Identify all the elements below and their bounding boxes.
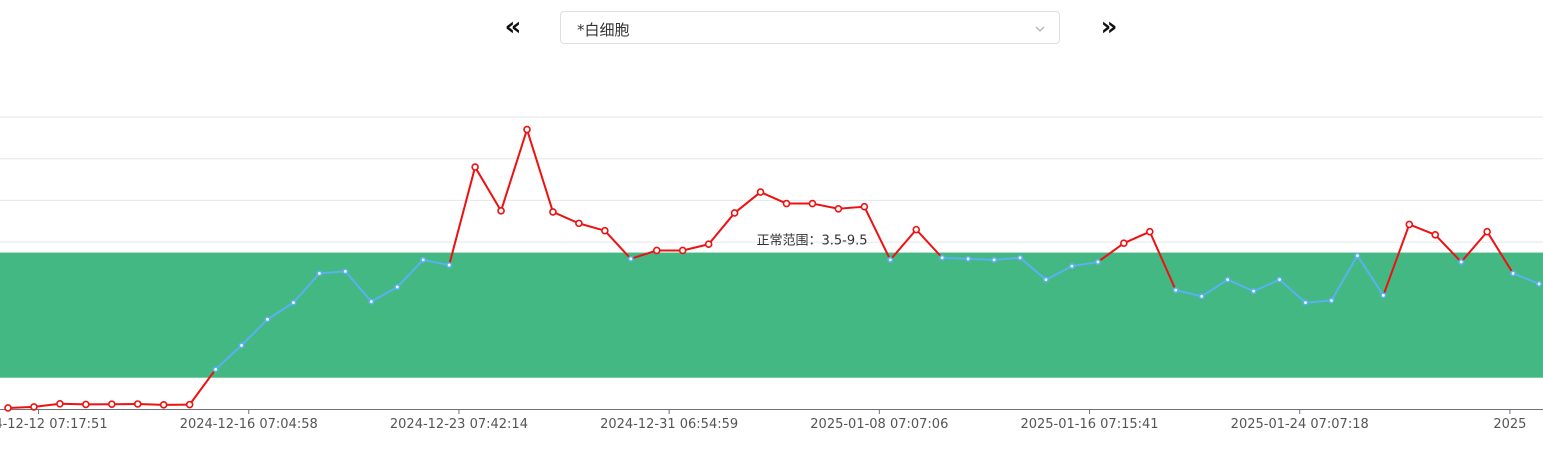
series-segment bbox=[863, 206, 892, 261]
data-point bbox=[991, 256, 998, 263]
data-point bbox=[912, 225, 921, 234]
data-point bbox=[704, 240, 713, 249]
series-segment bbox=[7, 405, 34, 409]
data-point bbox=[575, 219, 583, 228]
series-segment bbox=[682, 243, 709, 252]
data-point bbox=[1431, 231, 1440, 239]
x-tick-label: 2025-01-16 07:15:41 bbox=[1020, 417, 1158, 432]
series-segment bbox=[137, 402, 164, 406]
data-point bbox=[1146, 227, 1154, 236]
x-tick-label: 2025 bbox=[1493, 417, 1526, 432]
data-point bbox=[1120, 239, 1128, 247]
data-point bbox=[1405, 220, 1414, 229]
x-tick-label: 2024-12-23 07:42:14 bbox=[390, 417, 528, 432]
data-point bbox=[523, 125, 531, 134]
data-point bbox=[1328, 297, 1335, 304]
series-segment bbox=[474, 166, 502, 212]
data-point bbox=[316, 270, 323, 277]
data-point bbox=[394, 283, 401, 290]
data-point bbox=[446, 262, 453, 269]
data-point bbox=[965, 255, 972, 262]
data-point bbox=[238, 342, 245, 349]
data-point bbox=[290, 299, 297, 306]
data-point bbox=[471, 163, 479, 171]
series-segment bbox=[500, 129, 528, 212]
series-segment bbox=[968, 257, 995, 261]
data-point bbox=[1380, 292, 1387, 299]
data-point bbox=[420, 256, 427, 263]
data-point bbox=[1302, 299, 1309, 306]
line-chart: 正常范围：3.5-9.5 2024-12-12 07:17:51 2024-12-1… bbox=[0, 116, 1543, 432]
data-point bbox=[1458, 258, 1465, 265]
data-point bbox=[1276, 276, 1283, 283]
data-point bbox=[56, 399, 64, 408]
x-tick-label: 2024-12-31 06:54:59 bbox=[600, 417, 738, 432]
series-segment bbox=[707, 212, 736, 245]
data-point bbox=[497, 207, 505, 215]
series-segment bbox=[59, 402, 86, 406]
series-segment bbox=[552, 210, 580, 225]
data-point bbox=[4, 404, 12, 412]
data-point bbox=[808, 199, 817, 208]
x-tick-label: 2025-01-24 07:07:18 bbox=[1231, 417, 1369, 432]
data-point bbox=[342, 268, 349, 275]
data-point bbox=[1172, 287, 1179, 294]
series-segment bbox=[733, 191, 762, 214]
series-segment bbox=[942, 256, 969, 260]
data-point bbox=[652, 246, 661, 255]
data-point bbox=[782, 199, 791, 208]
series-segment bbox=[448, 166, 477, 266]
data-point bbox=[730, 209, 739, 217]
series-segment bbox=[1408, 223, 1436, 236]
x-tick-label: 2024-12-16 07:04:58 bbox=[180, 417, 318, 432]
series-segment bbox=[526, 129, 554, 213]
data-point bbox=[549, 208, 557, 216]
data-point bbox=[860, 202, 869, 211]
series-segment bbox=[33, 402, 61, 408]
data-point bbox=[82, 400, 90, 409]
series-segment bbox=[1123, 230, 1151, 245]
data-point bbox=[212, 366, 219, 373]
data-point bbox=[1510, 270, 1517, 277]
data-point bbox=[1354, 252, 1361, 259]
data-point bbox=[887, 256, 894, 263]
data-point bbox=[108, 400, 116, 409]
data-point bbox=[159, 401, 168, 409]
x-tick-label: 2025-01-08 07:07:06 bbox=[810, 417, 948, 432]
data-point bbox=[1198, 293, 1205, 300]
data-point bbox=[756, 188, 765, 196]
data-point bbox=[834, 204, 843, 213]
data-point bbox=[368, 298, 375, 305]
normal-range-label: 正常范围：3.5-9.5 bbox=[756, 234, 867, 249]
series-segment bbox=[760, 191, 787, 205]
series-segment bbox=[812, 202, 839, 210]
data-point bbox=[1250, 288, 1257, 295]
data-point bbox=[627, 255, 634, 262]
data-point bbox=[678, 246, 687, 255]
data-point bbox=[1536, 280, 1543, 287]
data-point bbox=[1068, 263, 1075, 270]
data-point bbox=[1043, 276, 1050, 283]
normal-range-band bbox=[0, 252, 1543, 378]
data-point bbox=[601, 226, 609, 235]
data-point bbox=[1017, 254, 1024, 261]
series-segment bbox=[578, 222, 606, 232]
data-point bbox=[133, 400, 142, 408]
series-segment bbox=[838, 205, 865, 210]
data-point bbox=[939, 254, 946, 261]
data-point bbox=[1483, 227, 1491, 236]
data-point bbox=[185, 400, 194, 409]
data-point bbox=[1094, 258, 1101, 265]
data-point bbox=[264, 316, 271, 323]
data-point bbox=[30, 403, 38, 411]
x-tick-label: 2024-12-12 07:17:51 bbox=[0, 417, 108, 432]
data-point bbox=[1224, 276, 1231, 283]
